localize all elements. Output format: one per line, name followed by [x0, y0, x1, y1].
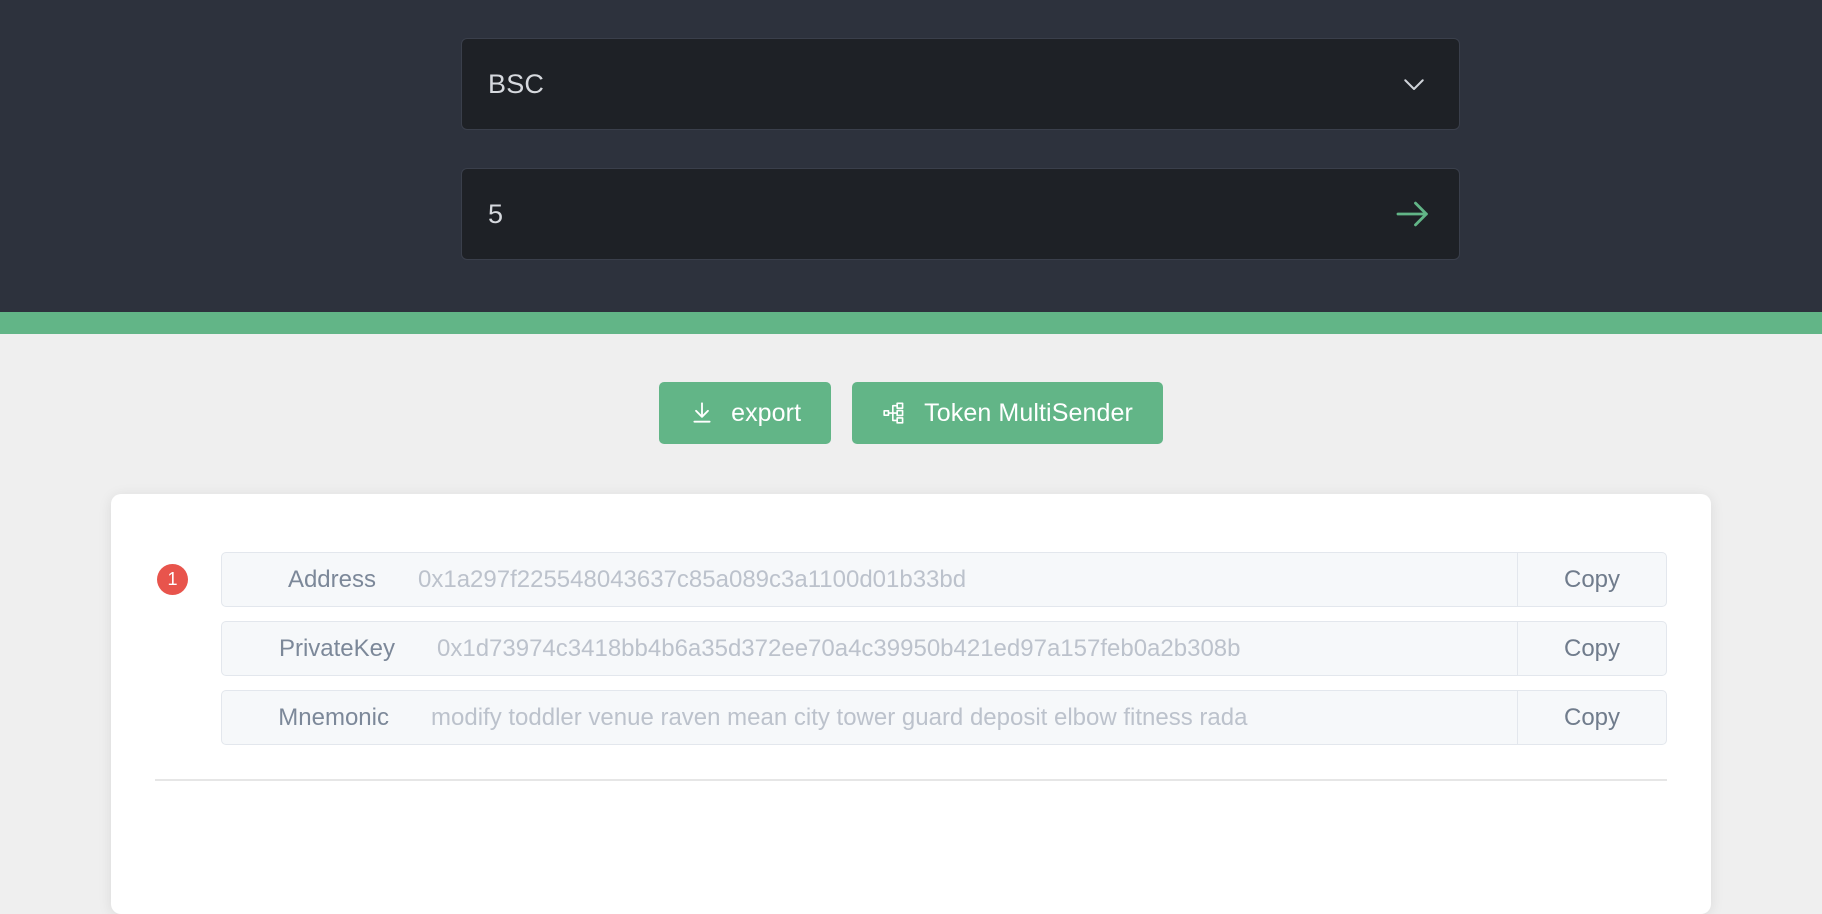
- wallet-index-badge: 1: [157, 564, 188, 595]
- actions-toolbar: export Token MultiSender: [0, 382, 1822, 444]
- row-value-address: 0x1a297f225548043637c85a089c3a1100d01b33…: [396, 552, 1517, 607]
- token-multisender-button-label: Token MultiSender: [924, 398, 1133, 427]
- token-multisender-button[interactable]: Token MultiSender: [852, 382, 1163, 444]
- export-button[interactable]: export: [659, 382, 832, 444]
- arrow-right-icon[interactable]: [1393, 194, 1433, 234]
- row-value-mnemonic: modify toddler venue raven mean city tow…: [409, 690, 1517, 745]
- copy-button-address[interactable]: Copy: [1517, 552, 1667, 607]
- table-row: PrivateKey 0x1d73974c3418bb4b6a35d372ee7…: [221, 621, 1667, 676]
- wallet-count-value: 5: [488, 198, 504, 229]
- row-value-privatekey: 0x1d73974c3418bb4b6a35d372ee70a4c39950b4…: [415, 621, 1517, 676]
- main-content: export Token MultiSender 1 Address 0x1a2…: [0, 334, 1822, 914]
- table-row: Address 0x1a297f225548043637c85a089c3a11…: [221, 552, 1667, 607]
- wallets-card: 1 Address 0x1a297f225548043637c85a089c3a…: [111, 494, 1711, 914]
- wallet-count-wrapper: 5: [461, 168, 1460, 260]
- wallet-count-input[interactable]: 5: [461, 168, 1460, 260]
- wallet-entry: 1 Address 0x1a297f225548043637c85a089c3a…: [111, 552, 1711, 745]
- row-label-address: Address: [221, 552, 396, 607]
- download-icon: [689, 400, 715, 426]
- copy-button-privatekey[interactable]: Copy: [1517, 621, 1667, 676]
- dark-header: BSC 5: [0, 0, 1822, 312]
- network-select-wrapper: BSC: [461, 38, 1460, 130]
- green-divider-band: [0, 312, 1822, 334]
- row-label-mnemonic: Mnemonic: [221, 690, 409, 745]
- chevron-down-icon[interactable]: [1399, 69, 1429, 99]
- table-row: Mnemonic modify toddler venue raven mean…: [221, 690, 1667, 745]
- network-select-value: BSC: [488, 68, 545, 99]
- export-button-label: export: [731, 398, 802, 427]
- entry-divider: [155, 779, 1667, 781]
- row-label-privatekey: PrivateKey: [221, 621, 415, 676]
- sitemap-icon: [882, 400, 908, 426]
- network-select[interactable]: BSC: [461, 38, 1460, 130]
- copy-button-mnemonic[interactable]: Copy: [1517, 690, 1667, 745]
